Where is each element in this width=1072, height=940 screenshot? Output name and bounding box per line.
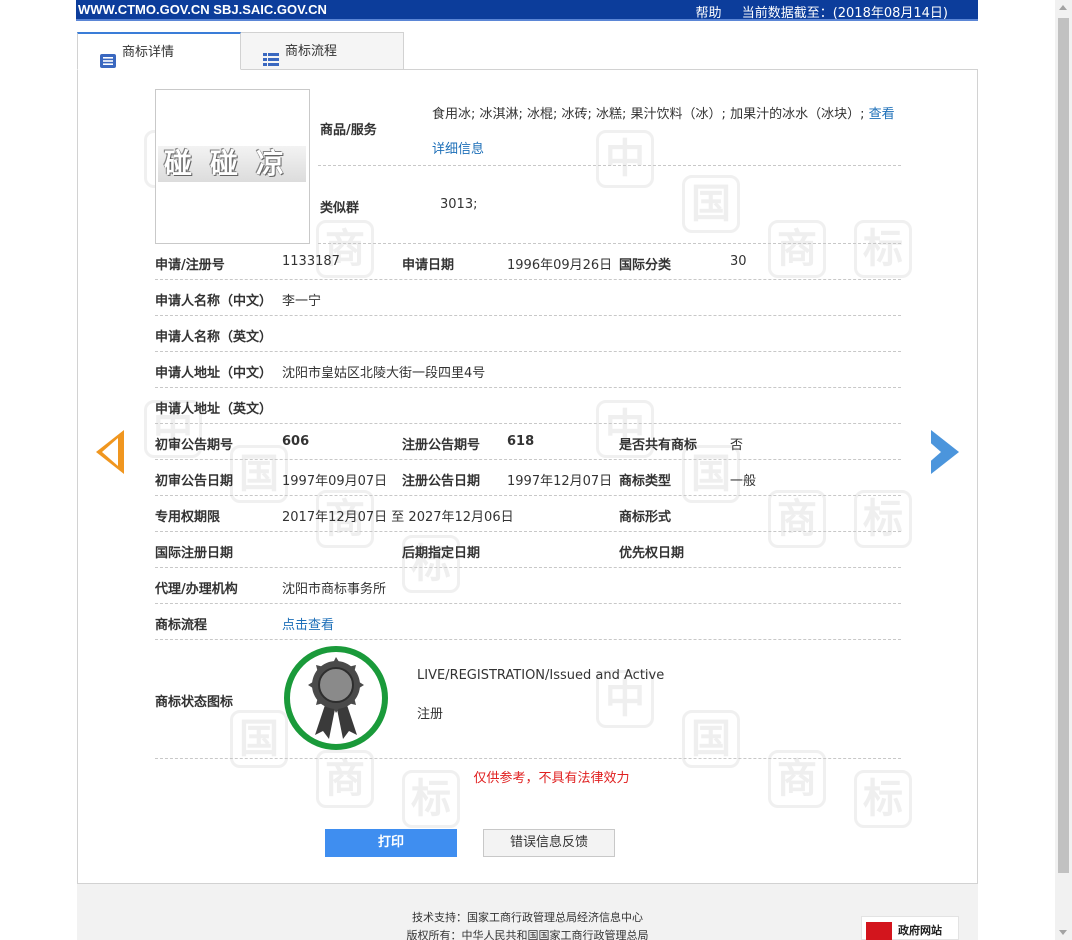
status-icon-label: 商标状态图标	[155, 695, 234, 710]
address-en-label: 申请人地址（英文）	[155, 402, 273, 417]
divider	[318, 165, 901, 166]
watermark-char: 商	[768, 490, 826, 548]
applicant-cn-label: 申请人名称（中文）	[155, 294, 273, 309]
watermark-char: 国	[682, 710, 740, 768]
detail-panel: 中 国 商 中 国 商 标 中 国 商 标 中 国 商 标 中 国 商 标 国 …	[77, 69, 978, 884]
print-button[interactable]: 打印	[325, 829, 457, 857]
reg-no-value: 1133187	[282, 254, 340, 269]
disclaimer-text: 仅供参考，不具有法律效力	[473, 771, 630, 786]
reg-date-label: 注册公告日期	[402, 474, 481, 489]
app-date-label: 申请日期	[402, 258, 455, 273]
mark-type-label: 商标类型	[619, 474, 672, 489]
tab-trademark-details[interactable]: 商标详情	[77, 32, 241, 70]
intl-class-value: 30	[730, 254, 747, 269]
reg-issue-value: 618	[507, 434, 535, 449]
footer-copyright: 版权所有：中华人民共和国国家工商行政管理总局	[406, 929, 649, 940]
divider	[318, 243, 901, 244]
shared-mark-label: 是否共有商标	[619, 438, 698, 453]
later-date-label: 后期指定日期	[402, 546, 481, 561]
process-label: 商标流程	[155, 618, 208, 633]
address-cn-label: 申请人地址（中文）	[155, 366, 273, 381]
watermark-char: 国	[230, 710, 288, 768]
intl-reg-date-label: 国际注册日期	[155, 546, 234, 561]
divider	[155, 495, 901, 496]
list-icon	[100, 46, 116, 68]
similar-group-value: 3013;	[440, 197, 478, 212]
mark-type-value: 一般	[730, 474, 757, 489]
divider	[155, 459, 901, 460]
divider	[155, 351, 901, 352]
data-date: 当前数据截至：(2018年08月14日)	[741, 6, 948, 21]
previous-arrow-icon[interactable]	[96, 430, 124, 474]
page: WWW.CTMO.GOV.CN SBJ.SAIC.GOV.CN 帮助 当前数据截…	[0, 0, 1072, 940]
goods-label: 商品/服务	[320, 123, 377, 138]
watermark-char: 标	[854, 490, 912, 548]
gov-badge-label: 政府网站	[898, 924, 942, 937]
similar-group-label: 类似群	[320, 201, 360, 216]
applicant-en-label: 申请人名称（英文）	[155, 330, 273, 345]
mark-form-label: 商标形式	[619, 510, 672, 525]
term-label: 专用权期限	[155, 510, 221, 525]
scroll-down-icon[interactable]	[1059, 930, 1067, 935]
divider	[155, 315, 901, 316]
status-en: LIVE/REGISTRATION/Issued and Active	[417, 668, 665, 683]
gov-badge-icon	[866, 922, 892, 940]
help-link[interactable]: 帮助	[696, 6, 722, 21]
site-urls[interactable]: WWW.CTMO.GOV.CN SBJ.SAIC.GOV.CN	[78, 2, 327, 17]
status-cn: 注册	[417, 707, 444, 722]
intl-class-label: 国际分类	[619, 258, 672, 273]
gov-website-badge[interactable]: 政府网站	[861, 916, 959, 940]
goods-list: 食用冰; 冰淇淋; 冰棍; 冰砖; 冰糕; 果汁饮料（冰）; 加果汁的冰水（冰块…	[432, 107, 869, 122]
trademark-image: 碰碰凉	[155, 89, 310, 244]
divider	[155, 387, 901, 388]
scrollbar-thumb[interactable]	[1058, 18, 1069, 873]
grid-list-icon	[263, 45, 279, 66]
reg-no-label: 申请/注册号	[155, 258, 225, 273]
scroll-up-icon[interactable]	[1059, 5, 1067, 10]
registered-seal-icon	[283, 645, 389, 751]
divider	[155, 758, 901, 759]
divider	[155, 603, 901, 604]
agent-value: 沈阳市商标事务所	[282, 582, 387, 597]
priority-date-label: 优先权日期	[619, 546, 685, 561]
top-header-bar: WWW.CTMO.GOV.CN SBJ.SAIC.GOV.CN 帮助 当前数据截…	[76, 0, 978, 21]
prelim-issue-value: 606	[282, 434, 310, 449]
reg-issue-label: 注册公告期号	[402, 438, 481, 453]
process-view-link[interactable]: 点击查看	[282, 614, 334, 633]
footer-tech-support: 技术支持：国家工商行政管理总局经济信息中心	[412, 911, 643, 924]
reg-date-value: 1997年12月07日	[507, 474, 613, 489]
divider	[155, 279, 901, 280]
goods-value: 食用冰; 冰淇淋; 冰棍; 冰砖; 冰糕; 果汁饮料（冰）; 加果汁的冰水（冰块…	[432, 97, 902, 167]
watermark-char: 商	[768, 220, 826, 278]
vertical-scrollbar[interactable]	[1055, 0, 1072, 940]
divider	[155, 531, 901, 532]
footer: 技术支持：国家工商行政管理总局经济信息中心 版权所有：中华人民共和国国家工商行政…	[77, 884, 978, 940]
agent-label: 代理/办理机构	[155, 582, 238, 597]
divider	[155, 567, 901, 568]
tab-trademark-details-label: 商标详情	[122, 45, 175, 60]
prelim-issue-label: 初审公告期号	[155, 438, 234, 453]
watermark-char: 标	[854, 220, 912, 278]
address-cn-value: 沈阳市皇姑区北陵大街一段四里4号	[282, 366, 486, 381]
shared-mark-value: 否	[730, 438, 744, 453]
tab-trademark-process[interactable]: 商标流程	[240, 32, 404, 70]
prelim-date-label: 初审公告日期	[155, 474, 234, 489]
next-arrow-icon[interactable]	[925, 430, 959, 474]
watermark-char: 国	[682, 175, 740, 233]
divider	[155, 639, 901, 640]
watermark-char: 商	[316, 220, 374, 278]
divider	[155, 423, 901, 424]
app-date-value: 1996年09月26日	[507, 258, 613, 273]
prelim-date-value: 1997年09月07日	[282, 474, 388, 489]
tab-trademark-process-label: 商标流程	[285, 44, 338, 59]
error-feedback-button[interactable]: 错误信息反馈	[483, 829, 615, 857]
trademark-image-text: 碰碰凉	[158, 146, 306, 182]
term-value: 2017年12月07日 至 2027年12月06日	[282, 510, 514, 525]
applicant-cn-value: 李一宁	[282, 294, 322, 309]
